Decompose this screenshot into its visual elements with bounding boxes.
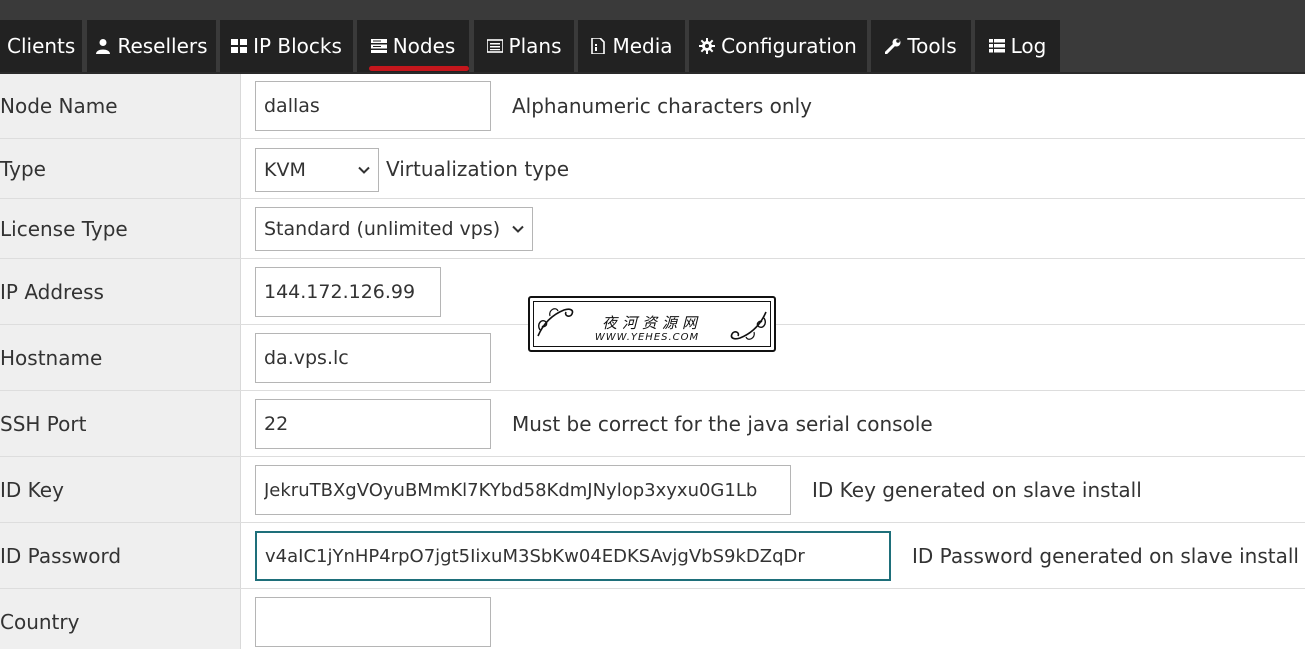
file-icon [591,38,606,54]
type-help: Virtualization type [386,157,570,181]
tab-ip-blocks[interactable]: IP Blocks [220,20,353,72]
type-label: Type [0,157,46,181]
watermark-title: 夜河资源网 [601,314,702,332]
id-password-input[interactable] [255,531,891,581]
ssh-port-help: Must be correct for the java serial cons… [512,412,933,436]
hostname-label: Hostname [0,346,103,370]
grid-icon [231,39,248,53]
license-type-label: License Type [0,217,128,241]
type-select-value: KVM [264,159,306,181]
node-name-help: Alphanumeric characters only [512,94,812,118]
id-password-label: ID Password [0,544,122,568]
id-key-help: ID Key generated on slave install [812,478,1142,502]
id-key-input[interactable] [255,465,791,515]
ssh-port-label: SSH Port [0,412,87,436]
row-divider [0,198,1305,199]
ssh-port-input[interactable] [255,399,491,449]
table-list-icon [988,39,1005,53]
list-icon [486,39,503,53]
hostname-input[interactable] [255,333,491,383]
row-divider [0,456,1305,457]
country-label: Country [0,610,80,634]
country-input[interactable] [255,597,491,647]
watermark-stamp: 夜河资源网 WWW.YEHES.COM [528,296,776,352]
id-key-label: ID Key [0,478,64,502]
row-divider [0,258,1305,259]
license-type-select[interactable]: Standard (unlimited vps) [255,207,533,251]
chevron-down-icon [358,166,370,174]
tab-resellers[interactable]: Resellers [87,20,216,72]
wrench-icon [885,38,901,54]
tab-configuration-label: Configuration [721,34,857,58]
id-password-help: ID Password generated on slave install [912,544,1299,568]
gear-icon [699,38,716,54]
tab-configuration[interactable]: Configuration [689,20,867,72]
row-divider [0,522,1305,523]
row-divider [0,390,1305,391]
watermark-subtitle: WWW.YEHES.COM [594,332,700,343]
node-name-input[interactable] [255,81,491,131]
node-name-label: Node Name [0,94,118,118]
tab-log[interactable]: Log [975,20,1060,72]
tab-tools[interactable]: Tools [871,20,971,72]
ip-address-input[interactable] [255,267,441,317]
tab-clients-label: Clients [7,34,76,58]
tab-nodes[interactable]: Nodes [357,20,469,72]
tab-plans-label: Plans [508,34,562,58]
tab-media[interactable]: Media [578,20,685,72]
tab-nodes-label: Nodes [392,34,456,58]
active-tab-underline [369,66,469,71]
license-type-select-value: Standard (unlimited vps) [264,218,501,240]
server-icon [370,39,387,53]
tab-media-label: Media [612,34,673,58]
row-divider [0,138,1305,139]
user-icon [96,39,111,54]
type-select[interactable]: KVM [255,148,379,192]
ip-address-label: IP Address [0,280,104,304]
tab-plans[interactable]: Plans [474,20,574,72]
tab-clients[interactable]: Clients [0,20,82,72]
row-divider [0,588,1305,589]
tab-resellers-label: Resellers [117,34,208,58]
top-nav-bar: Clients Resellers IP Blocks Nodes Plans … [0,0,1305,74]
tab-tools-label: Tools [907,34,957,58]
chevron-down-icon [512,225,524,233]
tab-ip-blocks-label: IP Blocks [253,34,342,58]
tab-log-label: Log [1010,34,1047,58]
